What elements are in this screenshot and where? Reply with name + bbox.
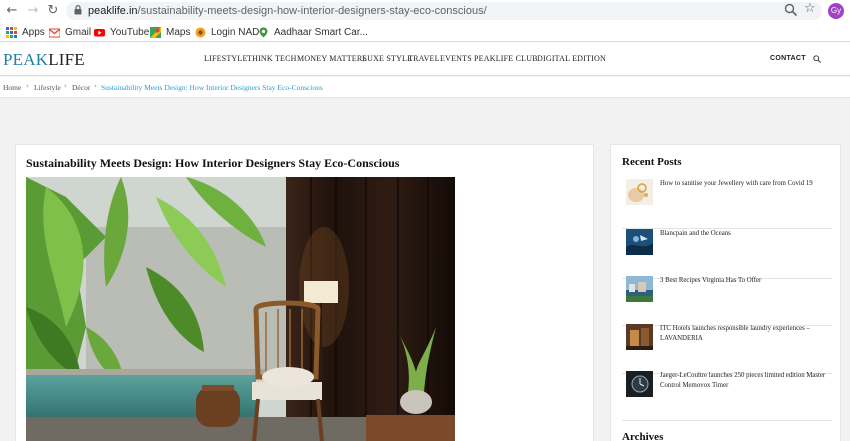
article-title: Sustainability Meets Design: How Interio… <box>26 156 400 170</box>
apps-grid-icon <box>6 26 17 38</box>
article-card: Sustainability Meets Design: How Interio… <box>15 144 594 441</box>
site-logo[interactable]: PEAKLIFE <box>3 50 85 70</box>
bookmark-login-nad[interactable]: Login NAD <box>195 25 259 39</box>
back-arrow-icon[interactable]: ← <box>4 3 20 19</box>
browser-toolbar: ← → ↻ peaklife.in/sustainability-meets-d… <box>0 0 850 22</box>
menu-item-money-matters[interactable]: MONEY MATTERS <box>297 54 367 63</box>
bookmark-label: Maps <box>166 26 191 38</box>
post-thumbnail[interactable] <box>626 324 653 350</box>
youtube-icon <box>94 28 105 36</box>
recent-post-item[interactable]: Jaeger-LeCoultre launches 250 pieces lim… <box>622 371 832 421</box>
post-thumbnail[interactable] <box>626 179 653 205</box>
archives-heading: Archives <box>622 431 664 441</box>
profile-avatar[interactable]: Gy <box>828 3 844 19</box>
breadcrumb: Home › Lifestyle › Décor › Sustainabilit… <box>0 77 850 98</box>
bookmark-label: Aadhaar Smart Car... <box>274 26 368 38</box>
breadcrumb-home[interactable]: Home <box>3 83 21 92</box>
reload-icon[interactable]: ↻ <box>45 3 61 19</box>
bookmark-youtube[interactable]: YouTube <box>94 25 149 39</box>
post-thumbnail[interactable] <box>626 276 653 302</box>
chevron-right-icon: › <box>64 82 67 90</box>
chevron-right-icon: › <box>94 82 97 90</box>
contact-link[interactable]: CONTACT <box>770 55 806 62</box>
menu-item-luxe-style[interactable]: LUXE STYLE <box>362 54 412 63</box>
site-header: PEAKLIFE LIFESTYLE THINK TECH MONEY MATT… <box>0 42 850 76</box>
menu-item-digital-edition[interactable]: DIGITAL EDITION <box>537 54 606 63</box>
recent-post-item[interactable]: 3 Best Recipes Virginia Has To Offer <box>622 276 832 326</box>
nad-icon <box>195 27 206 37</box>
url-path: /sustainability-meets-design-how-interio… <box>137 5 487 17</box>
article-hero-image <box>26 177 455 441</box>
post-title[interactable]: 3 Best Recipes Virginia Has To Offer <box>660 276 832 286</box>
post-thumbnail[interactable] <box>626 371 653 397</box>
breadcrumb-lifestyle[interactable]: Lifestyle <box>34 83 61 92</box>
url-domain: peaklife.in <box>88 5 138 17</box>
bookmark-aadhaar[interactable]: Aadhaar Smart Car... <box>258 25 368 39</box>
menu-item-travel[interactable]: TRAVEL <box>408 54 440 63</box>
recent-post-item[interactable]: Blancpain and the Oceans <box>622 229 832 279</box>
bookmark-label: Gmail <box>65 26 92 38</box>
gmail-icon <box>49 28 60 37</box>
recent-post-item[interactable]: ITC Hotels launches responsible laundry … <box>622 324 832 374</box>
url-text[interactable]: peaklife.in/sustainability-meets-design-… <box>88 3 487 19</box>
zoom-icon[interactable] <box>784 3 798 17</box>
breadcrumb-decor[interactable]: Décor <box>72 83 90 92</box>
lock-icon <box>74 5 82 15</box>
post-title[interactable]: ITC Hotels launches responsible laundry … <box>660 324 832 344</box>
menu-item-peaklife-club[interactable]: PEAKLIFE CLUB <box>474 54 538 63</box>
bookmarks-bar: Apps Gmail YouTube Maps Login NAD Aadhaa… <box>0 22 850 42</box>
recent-posts-heading: Recent Posts <box>622 156 682 168</box>
maps-icon <box>150 26 161 38</box>
post-title[interactable]: Blancpain and the Oceans <box>660 229 832 239</box>
bookmark-apps[interactable]: Apps <box>6 25 45 39</box>
bookmark-gmail[interactable]: Gmail <box>49 25 91 39</box>
bookmark-star-icon[interactable]: ☆ <box>804 1 816 16</box>
bookmark-label: Login NAD <box>211 26 260 38</box>
menu-item-think-tech[interactable]: THINK TECH <box>247 54 297 63</box>
chevron-right-icon: › <box>26 82 29 90</box>
post-title[interactable]: Jaeger-LeCoultre launches 250 pieces lim… <box>660 371 832 391</box>
forward-arrow-icon[interactable]: → <box>25 3 41 19</box>
recent-post-item[interactable]: How to sanitise your Jewellery with care… <box>622 179 832 229</box>
aadhaar-icon <box>259 27 268 37</box>
menu-item-events[interactable]: EVENTS <box>440 54 472 63</box>
bookmark-label: YouTube <box>110 26 150 38</box>
sidebar: Recent Posts How to sanitise your Jewell… <box>610 144 841 441</box>
bookmark-label: Apps <box>22 26 45 38</box>
search-icon[interactable] <box>813 55 821 63</box>
post-title[interactable]: How to sanitise your Jewellery with care… <box>660 179 832 189</box>
logo-life: LIFE <box>48 50 85 69</box>
bookmark-maps[interactable]: Maps <box>150 25 190 39</box>
menu-item-lifestyle[interactable]: LIFESTYLE <box>204 54 248 63</box>
breadcrumb-current: Sustainability Meets Design: How Interio… <box>101 83 323 92</box>
post-thumbnail[interactable] <box>626 229 653 255</box>
logo-peak: PEAK <box>3 50 49 69</box>
